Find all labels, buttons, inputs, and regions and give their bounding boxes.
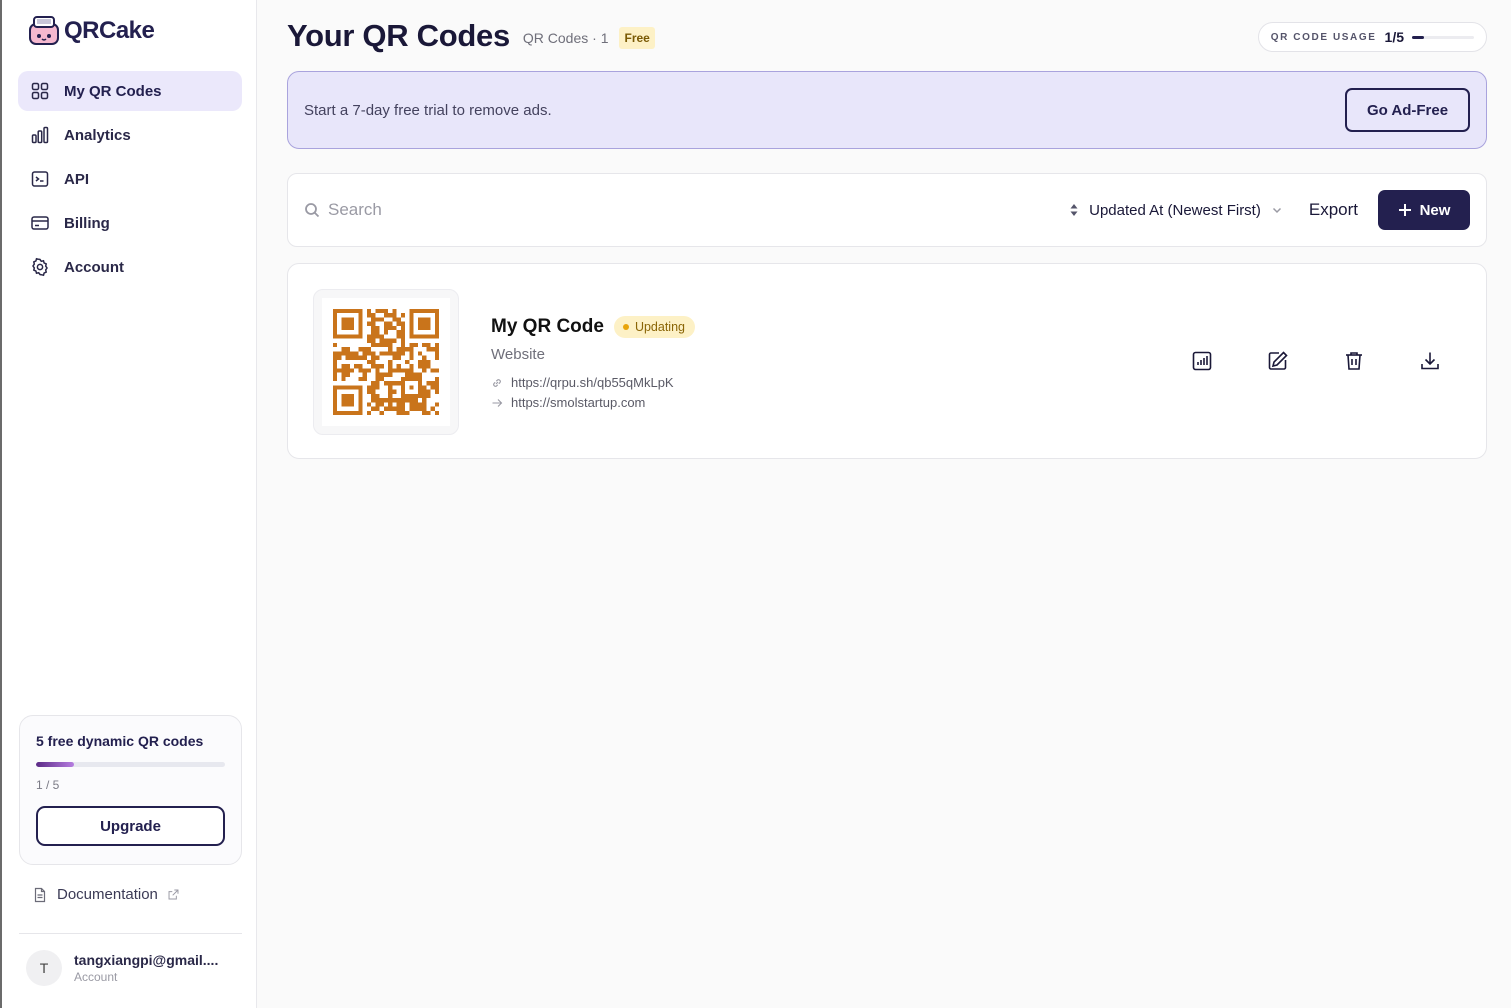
destination-url: https://smolstartup.com (511, 395, 646, 410)
trash-icon[interactable] (1342, 349, 1366, 373)
qr-code-title[interactable]: My QR Code (491, 316, 604, 338)
user-sub-label: Account (74, 970, 118, 984)
status-badge: Updating (613, 316, 695, 338)
destination-url-row[interactable]: https://smolstartup.com (491, 395, 695, 410)
documentation-label: Documentation (57, 886, 158, 903)
plus-icon (1398, 204, 1411, 216)
sidebar-nav: My QR Codes Analytics API Billing Accoun… (18, 71, 242, 291)
link-icon (493, 378, 501, 387)
user-account[interactable]: T tangxiangpi@gmail.... Account (26, 950, 234, 986)
download-icon[interactable] (1418, 349, 1442, 373)
trial-banner-text: Start a 7-day free trial to remove ads. (304, 101, 552, 119)
qr-usage-indicator: QR CODE USAGE 1/5 (1257, 22, 1487, 52)
free-plan-progress (36, 762, 225, 767)
analytics-icon[interactable] (1190, 349, 1214, 373)
gear-icon (32, 257, 48, 277)
qr-code-info: My QR Code Updating Website https://qrpu… (491, 316, 695, 410)
bar-chart-icon (31, 126, 49, 144)
go-ad-free-button[interactable]: Go Ad-Free (1345, 88, 1470, 132)
sidebar-item-account[interactable]: Account (18, 247, 242, 287)
qr-code-image (333, 309, 439, 415)
sidebar-item-label: API (64, 170, 90, 188)
usage-label: QR CODE USAGE (1270, 31, 1377, 43)
free-plan-card: 5 free dynamic QR codes 1 / 5 Upgrade (19, 715, 242, 865)
sort-icon (1070, 204, 1078, 216)
edit-icon[interactable] (1266, 349, 1290, 373)
search-icon (305, 203, 320, 218)
usage-progress (1412, 35, 1474, 39)
short-url: https://qrpu.sh/qb55qMkLpK (511, 375, 674, 390)
status-label: Updating (634, 320, 685, 334)
sidebar-item-label: Account (64, 258, 124, 276)
cake-logo-icon (26, 14, 62, 48)
new-qr-label: New (1419, 201, 1451, 219)
sidebar-item-label: Billing (64, 214, 110, 232)
chevron-down-icon (1272, 207, 1281, 214)
search-input[interactable] (328, 200, 928, 220)
external-link-icon (168, 889, 179, 900)
qr-count: QR Codes · 1 (522, 30, 609, 46)
qr-card-actions (1190, 349, 1442, 373)
user-email: tangxiangpi@gmail.... (74, 952, 219, 968)
sidebar-item-my-qr-codes[interactable]: My QR Codes (18, 71, 242, 111)
trial-banner: Start a 7-day free trial to remove ads. … (287, 71, 1487, 149)
documentation-link[interactable]: Documentation (32, 886, 180, 903)
sidebar: QRCake My QR Codes Analytics API Billing… (0, 0, 257, 1008)
credit-card-icon (31, 216, 49, 230)
page-header: Your QR Codes QR Codes · 1 Free QR CODE … (287, 18, 1487, 54)
app-name: QRCake (64, 17, 155, 44)
qr-toolbar: Updated At (Newest First) Export New (287, 173, 1487, 247)
sidebar-item-analytics[interactable]: Analytics (18, 115, 242, 155)
search-box (304, 200, 1069, 220)
export-button[interactable]: Export (1309, 200, 1358, 220)
free-plan-title: 5 free dynamic QR codes (36, 733, 204, 749)
usage-value: 1/5 (1384, 29, 1404, 45)
qr-code-type: Website (491, 346, 545, 363)
sidebar-item-label: My QR Codes (64, 82, 162, 100)
upgrade-button[interactable]: Upgrade (36, 806, 225, 846)
qr-code-preview[interactable] (313, 289, 459, 435)
plan-badge: Free (619, 26, 655, 49)
free-plan-count: 1 / 5 (36, 778, 60, 792)
qr-code-card[interactable]: My QR Code Updating Website https://qrpu… (287, 263, 1487, 459)
terminal-icon (31, 171, 49, 187)
sidebar-item-label: Analytics (64, 126, 131, 144)
app-logo[interactable]: QRCake (26, 14, 155, 48)
free-plan-progress-fill (36, 762, 74, 767)
avatar: T (26, 950, 62, 986)
new-qr-button[interactable]: New (1378, 190, 1470, 230)
grid-icon (31, 82, 49, 100)
status-dot (622, 324, 629, 330)
sidebar-item-billing[interactable]: Billing (18, 203, 242, 243)
page-title: Your QR Codes (287, 18, 510, 53)
document-icon (34, 887, 46, 902)
sort-label: Updated At (Newest First) (1089, 201, 1261, 219)
sidebar-divider (19, 933, 242, 934)
usage-progress-fill (1412, 35, 1425, 39)
sidebar-item-api[interactable]: API (18, 159, 242, 199)
arrow-right-icon (492, 398, 503, 407)
sort-select[interactable]: Updated At (Newest First) (1069, 202, 1283, 219)
short-url-row[interactable]: https://qrpu.sh/qb55qMkLpK (491, 375, 695, 390)
